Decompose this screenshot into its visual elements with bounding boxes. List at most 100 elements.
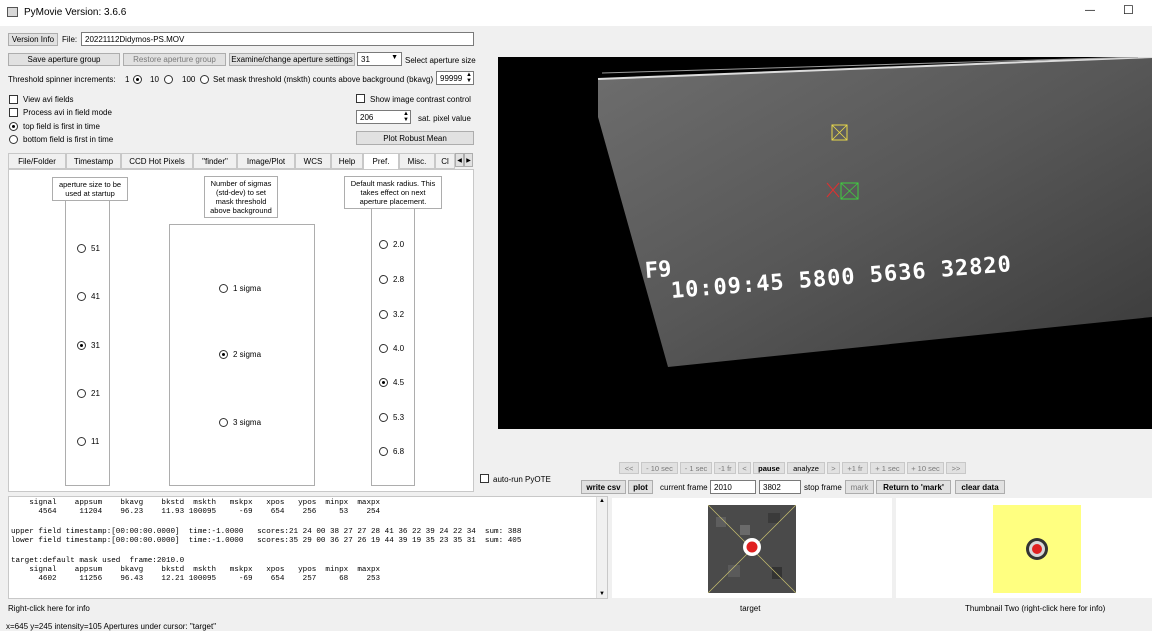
mask-option-6-8[interactable]: 6.8 <box>379 447 404 456</box>
image-contrast-checkbox[interactable] <box>356 94 365 103</box>
sat-pixel-label: sat. pixel value <box>418 114 471 123</box>
mask-option-2-0[interactable]: 2.0 <box>379 240 404 249</box>
aperture-option-41[interactable]: 41 <box>77 292 100 301</box>
nav-forward-all-button[interactable]: >> <box>946 462 966 474</box>
threshold-increments-label: Threshold spinner increments: <box>8 75 116 84</box>
mask-option-4-5[interactable]: 4.5 <box>379 378 404 387</box>
field-mode-checkbox[interactable] <box>9 108 18 117</box>
aperture-size-header: aperture size to be used at startup <box>52 177 128 201</box>
aperture-option-31[interactable]: 31 <box>77 341 100 350</box>
mask-option-3-2[interactable]: 3.2 <box>379 310 404 319</box>
radio-icon <box>77 341 86 350</box>
return-to-mark-button[interactable]: Return to 'mark' <box>876 480 951 494</box>
tab-timestamp[interactable]: Timestamp <box>66 153 121 169</box>
tab-pref[interactable]: Pref. <box>363 153 399 170</box>
thumbnail-two-panel[interactable]: Thumbnail Two (right-click here for info… <box>896 498 1152 613</box>
scroll-up-icon[interactable]: ▲ <box>599 498 605 504</box>
target-thumbnail <box>708 505 796 593</box>
thumbnail-one-panel[interactable]: target <box>612 498 892 613</box>
scroll-down-icon[interactable]: ▼ <box>599 591 605 597</box>
plot-button[interactable]: plot <box>628 480 653 494</box>
log-text-area[interactable]: signal appsum bkavg bkstd mskth mskpx xp… <box>8 496 608 599</box>
nav-prev-button[interactable]: < <box>738 462 751 474</box>
mask-threshold-spinner[interactable]: 99999 ▲ ▼ <box>436 71 474 85</box>
mask-option-4-0[interactable]: 4.0 <box>379 344 404 353</box>
tab-finder[interactable]: "finder" <box>193 153 237 169</box>
pause-button[interactable]: pause <box>753 462 785 474</box>
sigma-option-2[interactable]: 2 sigma <box>219 350 261 359</box>
top-field-first-radio[interactable] <box>9 122 18 131</box>
bottom-field-first-radio[interactable] <box>9 135 18 144</box>
aperture-option-21[interactable]: 21 <box>77 389 100 398</box>
nav-plus-1-fr-button[interactable]: +1 fr <box>842 462 868 474</box>
nav-next-button[interactable]: > <box>827 462 840 474</box>
image-contrast-label: Show image contrast control <box>370 95 471 104</box>
nav-plus-1-sec-button[interactable]: + 1 sec <box>870 462 905 474</box>
file-label: File: <box>62 35 78 44</box>
timestamp-overlay-line1: F9 <box>644 256 673 284</box>
maximize-icon[interactable]: ☐ <box>1123 3 1134 17</box>
nav-minus-1-fr-button[interactable]: -1 fr <box>714 462 736 474</box>
nav-minus-10-sec-button[interactable]: - 10 sec <box>641 462 678 474</box>
sat-pixel-spinner[interactable]: 206 ▲ ▼ <box>356 110 411 124</box>
mark-button[interactable]: mark <box>845 480 874 494</box>
target-label: target <box>740 604 761 613</box>
radio-icon <box>379 413 388 422</box>
save-aperture-group-button[interactable]: Save aperture group <box>8 53 120 66</box>
radio-icon <box>77 292 86 301</box>
minimize-icon[interactable]: — <box>1085 5 1095 16</box>
nav-plus-10-sec-button[interactable]: + 10 sec <box>907 462 944 474</box>
sigma-option-1[interactable]: 1 sigma <box>219 284 261 293</box>
tab-scroll-right-icon[interactable]: ▶ <box>464 153 473 167</box>
right-click-info-label[interactable]: Right-click here for info <box>8 604 90 613</box>
mask-threshold-label: Set mask threshold (mskth) counts above … <box>213 75 434 84</box>
sensor-plate <box>598 57 1152 367</box>
stop-frame-field[interactable]: 3802 <box>759 480 801 494</box>
tab-wcs[interactable]: WCS <box>295 153 331 169</box>
sigma-header: Number of sigmas (std-dev) to set mask t… <box>204 176 278 218</box>
clear-data-button[interactable]: clear data <box>955 480 1005 494</box>
nav-back-all-button[interactable]: << <box>619 462 639 474</box>
current-frame-field[interactable]: 2010 <box>710 480 756 494</box>
increment-1-radio[interactable] <box>133 75 142 84</box>
file-path-field[interactable]: 20221112Didymos-PS.MOV <box>81 32 474 46</box>
radio-icon <box>219 350 228 359</box>
examine-aperture-settings-button[interactable]: Examine/change aperture settings <box>229 53 355 66</box>
log-scrollbar[interactable]: ▲ ▼ <box>596 497 607 598</box>
tab-help[interactable]: Help <box>331 153 363 169</box>
increment-1-label: 1 <box>125 75 130 84</box>
auto-run-pyote-label: auto-run PyOTE <box>493 475 551 484</box>
video-frame <box>597 57 1152 367</box>
view-avi-fields-label: View avi fields <box>23 95 74 104</box>
auto-run-pyote-checkbox[interactable] <box>480 474 489 483</box>
plot-robust-mean-button[interactable]: Plot Robust Mean <box>356 131 474 145</box>
tab-file-folder[interactable]: File/Folder <box>8 153 66 169</box>
tab-misc[interactable]: Misc. <box>399 153 435 169</box>
aperture-size-select[interactable]: 31 ▼ <box>357 52 402 66</box>
spinner-arrows-icon: ▲ ▼ <box>403 111 409 123</box>
increment-100-radio[interactable] <box>200 75 209 84</box>
tab-image-plot[interactable]: Image/Plot <box>237 153 295 169</box>
view-avi-fields-checkbox[interactable] <box>9 95 18 104</box>
version-info-button[interactable]: Version Info <box>8 33 58 46</box>
cursor-readout: x=645 y=245 intensity=105 Apertures unde… <box>6 622 217 631</box>
log-line: 4564 11204 96.23 11.93 100095 -69 654 25… <box>11 508 381 516</box>
tab-cl[interactable]: Cl <box>435 153 455 169</box>
top-field-first-label: top field is first in time <box>23 122 100 131</box>
aperture-option-11[interactable]: 11 <box>77 437 99 446</box>
bottom-field-first-label: bottom field is first in time <box>23 135 114 144</box>
tab-scroll-left-icon[interactable]: ◀ <box>455 153 464 167</box>
write-csv-button[interactable]: write csv <box>581 480 626 494</box>
analyze-button[interactable]: analyze <box>787 462 825 474</box>
increment-10-radio[interactable] <box>164 75 173 84</box>
mask-option-2-8[interactable]: 2.8 <box>379 275 404 284</box>
restore-aperture-group-button[interactable]: Restore aperture group <box>123 53 226 66</box>
stop-frame-label: stop frame <box>804 483 842 492</box>
nav-minus-1-sec-button[interactable]: - 1 sec <box>680 462 712 474</box>
tab-ccd-hot-pixels[interactable]: CCD Hot Pixels <box>121 153 193 169</box>
sigma-option-3[interactable]: 3 sigma <box>219 418 261 427</box>
mask-option-5-3[interactable]: 5.3 <box>379 413 404 422</box>
image-view[interactable]: F9 10:09:45 5800 5636 32820 <box>498 57 1152 429</box>
aperture-option-51[interactable]: 51 <box>77 244 100 253</box>
thumbnail-two-image <box>993 505 1081 593</box>
